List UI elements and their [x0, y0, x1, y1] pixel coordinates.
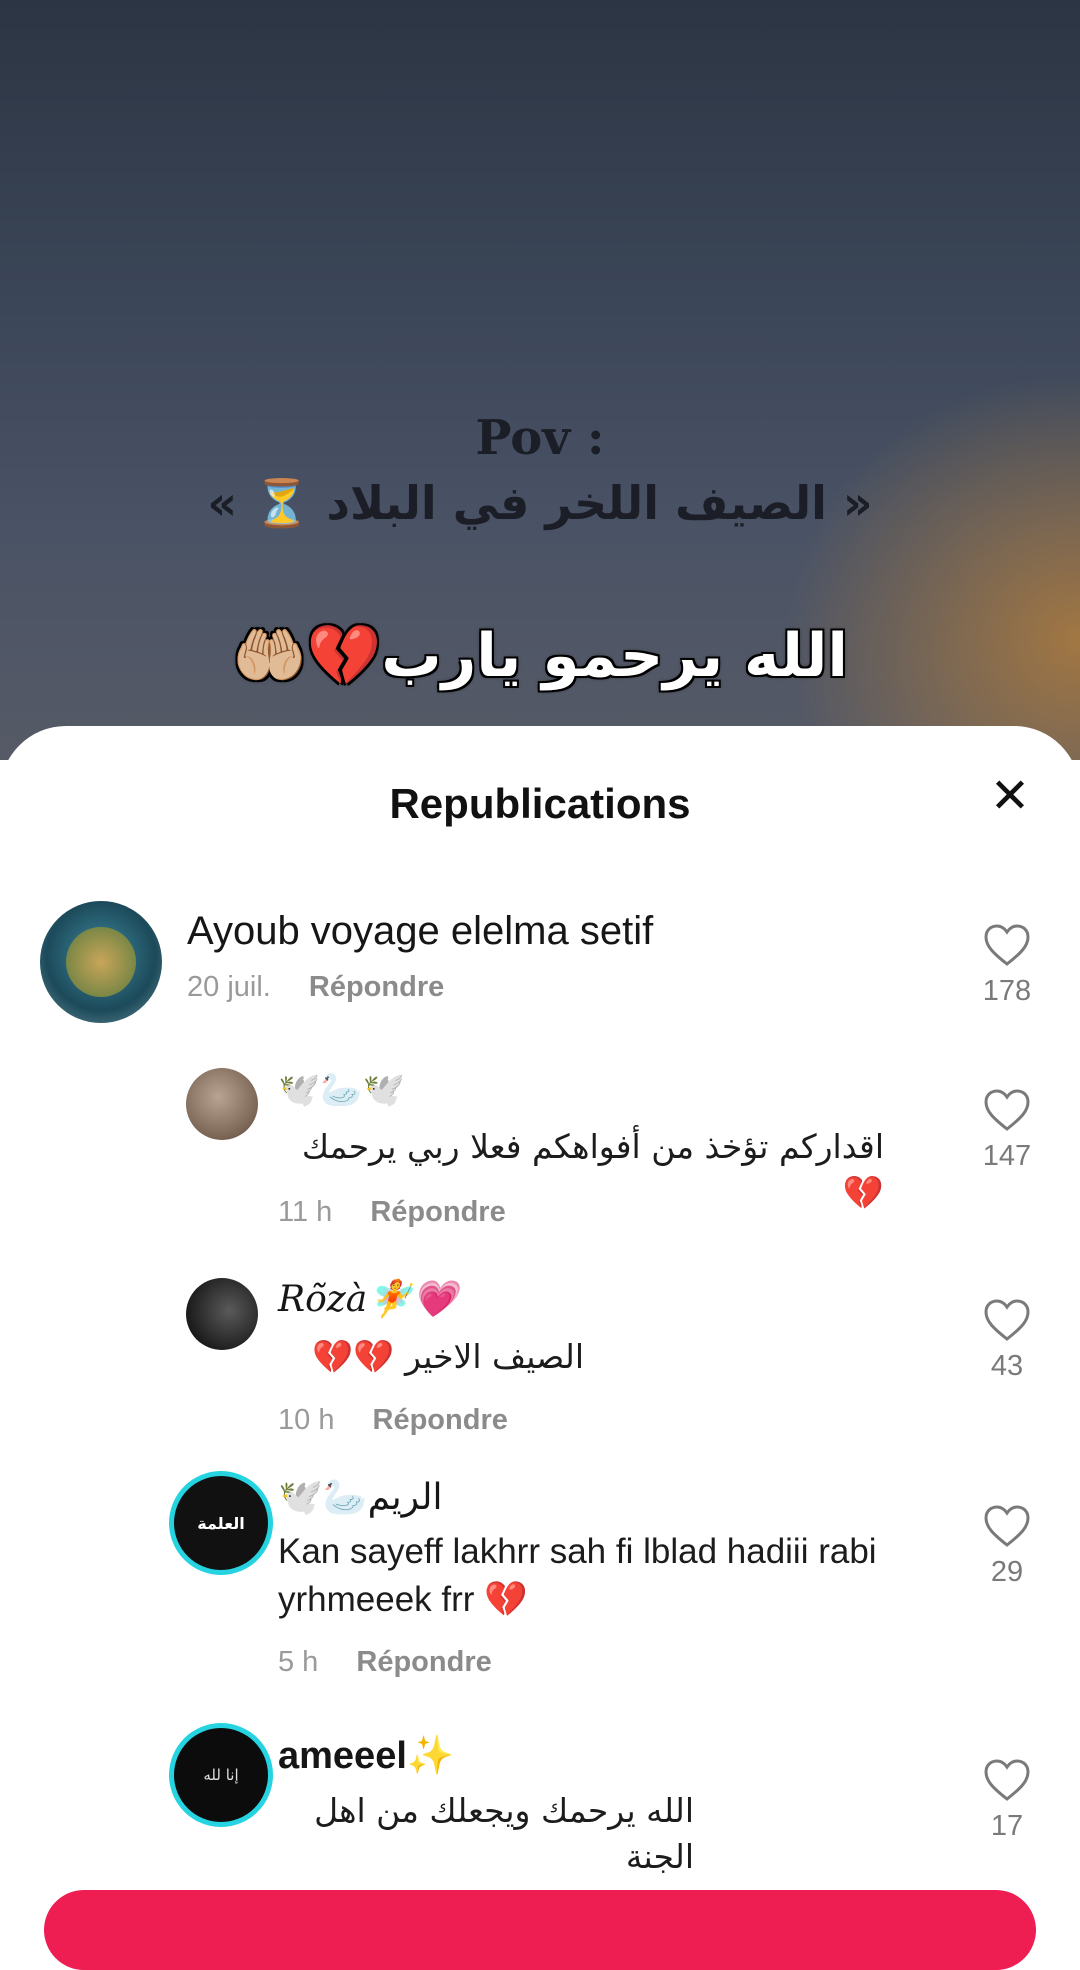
reply-button[interactable]: Répondre	[370, 1196, 505, 1228]
like-button[interactable]: 29	[970, 1504, 1044, 1589]
video-overlay-pov: Pov :	[475, 410, 605, 466]
reply-button[interactable]: Répondre	[356, 1646, 491, 1678]
comment-time: 20 juil.	[187, 971, 271, 1003]
comment-username[interactable]: Ayoub voyage elelma setif	[187, 909, 653, 954]
heart-icon	[984, 924, 1030, 966]
like-count: 178	[982, 975, 1032, 1007]
avatar[interactable]: العلمة	[174, 1476, 268, 1570]
comment-text: الله يرحمك ويجعلك من اهل الجنة	[314, 1791, 694, 1876]
heart-icon	[984, 1505, 1030, 1547]
comment-username[interactable]: الريم🦢🕊️	[278, 1476, 442, 1518]
heart-icon	[984, 1089, 1030, 1131]
video-overlay-subtitle: « الصيف اللخر في البلاد ⏳ »	[207, 476, 873, 530]
reposts-sheet: Republications ✕ Ayoub voyage elelma set…	[0, 726, 1080, 1920]
close-icon[interactable]: ✕	[984, 768, 1036, 824]
avatar-label: إنا لله	[203, 1766, 239, 1784]
comment-meta: 5 h Répondre	[278, 1646, 492, 1679]
comment-time: 10 h	[278, 1404, 335, 1436]
comment-time: 11 h	[278, 1196, 333, 1228]
comment-username[interactable]: 🕊️🦢🕊️	[278, 1070, 405, 1110]
sheet-title: Republications	[389, 780, 691, 827]
video-caption: الله يرحمو يارب💔🤲🏼	[232, 621, 848, 691]
comment-meta: 10 h Répondre	[278, 1404, 508, 1437]
avatar[interactable]	[40, 901, 162, 1023]
like-button[interactable]: 17	[970, 1758, 1044, 1843]
heart-icon	[984, 1759, 1030, 1801]
comment-meta: 11 h Répondre	[278, 1196, 506, 1229]
like-count: 43	[990, 1350, 1024, 1382]
primary-action-bar[interactable]	[44, 1890, 1036, 1970]
comment-meta: 20 juil. Répondre	[187, 971, 444, 1004]
like-count: 17	[990, 1810, 1024, 1842]
like-button[interactable]: 147	[970, 1088, 1044, 1173]
comment-text: الصيف الاخير 💔💔	[312, 1337, 584, 1376]
avatar-label: العلمة	[197, 1513, 245, 1533]
like-button[interactable]: 43	[970, 1298, 1044, 1383]
avatar[interactable]	[186, 1278, 258, 1350]
heart-icon	[984, 1299, 1030, 1341]
comment-username[interactable]: ameeel✨	[278, 1734, 454, 1778]
like-button[interactable]: 178	[970, 923, 1044, 1008]
comment-time: 5 h	[278, 1646, 319, 1678]
reply-button[interactable]: Répondre	[309, 971, 444, 1003]
comment-username[interactable]: Rõzà🧚💗	[278, 1278, 457, 1320]
like-count: 147	[982, 1140, 1032, 1172]
reply-button[interactable]: Répondre	[373, 1404, 508, 1436]
comment-text: Kan sayeff lakhrr sah fi lblad hadiii ra…	[278, 1532, 877, 1619]
avatar[interactable]	[186, 1068, 258, 1140]
avatar[interactable]: إنا لله	[174, 1728, 268, 1822]
like-count: 29	[990, 1556, 1024, 1588]
